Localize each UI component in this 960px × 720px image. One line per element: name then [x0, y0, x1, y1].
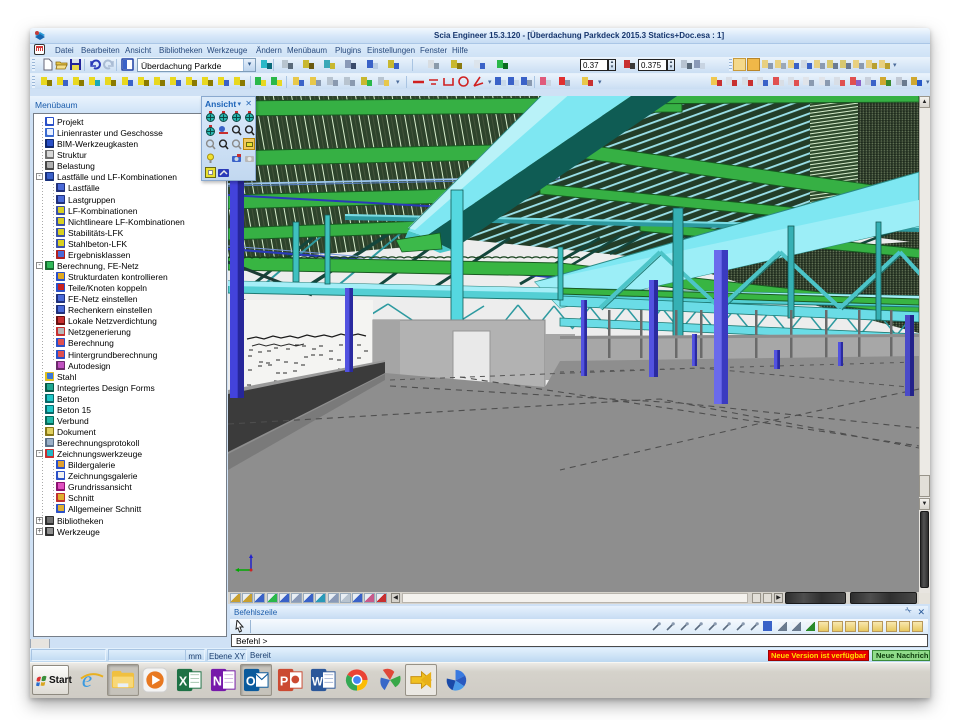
- svg-text:P: P: [280, 674, 288, 688]
- svg-text:X: X: [179, 674, 188, 688]
- svg-text:N: N: [213, 674, 222, 688]
- svg-text:O: O: [246, 674, 256, 688]
- svg-text:e: e: [82, 667, 92, 692]
- svg-text:W: W: [312, 676, 323, 688]
